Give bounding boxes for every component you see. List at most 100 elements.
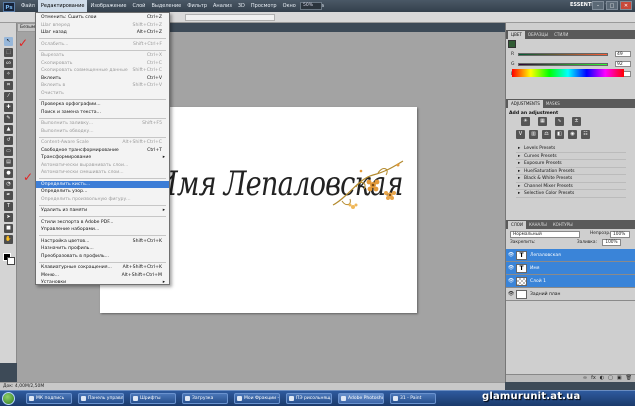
taskbar-button[interactable]: Загрузка [182, 393, 228, 404]
color-foreground-preview[interactable] [508, 40, 516, 48]
menu-item-1[interactable]: Редактирование [37, 0, 88, 12]
menu-item-8[interactable]: Просмотр [248, 0, 280, 12]
eye-icon[interactable]: 👁 [506, 252, 516, 258]
eye-icon[interactable]: 👁 [506, 265, 516, 271]
edit-menu-item[interactable]: Преобразовать в профиль... [36, 253, 169, 261]
levels-icon[interactable]: ▦ [538, 117, 547, 126]
history-brush-tool-icon[interactable]: ↺ [4, 136, 13, 145]
layer-row[interactable]: 👁 T Лепаловская [506, 249, 635, 262]
menu-item-0[interactable]: Файл [18, 0, 38, 12]
pen-tool-icon[interactable]: ✒ [4, 191, 13, 200]
marquee-tool-icon[interactable]: ⬚ [4, 48, 13, 57]
curves-icon[interactable]: ∿ [555, 117, 564, 126]
options-field[interactable] [185, 14, 275, 21]
channel-mixer-icon[interactable]: ☷ [581, 130, 590, 139]
new-layer-icon[interactable]: ▣ [617, 375, 622, 382]
panel-tab-0[interactable]: ЦВЕТ [508, 31, 525, 39]
brightness-icon[interactable]: ☀ [521, 117, 530, 126]
color-slider[interactable] [518, 53, 608, 56]
layer-row[interactable]: 👁 Слой 1 [506, 275, 635, 288]
menu-item-2[interactable]: Изображение [87, 0, 129, 12]
color-value-field[interactable]: 92 [615, 61, 631, 67]
color-slider[interactable] [518, 63, 608, 66]
panel-tab-1[interactable]: КАНАЛЫ [526, 221, 550, 229]
type-tool-icon[interactable]: T [4, 202, 13, 211]
adjustment-preset-item[interactable]: Exposure Presets [516, 160, 626, 168]
link-layers-icon[interactable]: ∞ [583, 375, 587, 382]
adjustment-preset-item[interactable]: Selective Color Presets [516, 190, 626, 198]
healing-tool-icon[interactable]: ✚ [4, 103, 13, 112]
dodge-tool-icon[interactable]: ◔ [4, 180, 13, 189]
eye-icon[interactable]: 👁 [506, 291, 516, 297]
close-icon[interactable]: ✕ [620, 1, 632, 10]
edit-menu-item[interactable]: Шаг назад Alt+Ctrl+Z [36, 29, 169, 37]
photo-filter-icon[interactable]: ◉ [568, 130, 577, 139]
menu-item-9[interactable]: Окно [280, 0, 299, 12]
background-color-swatch[interactable] [7, 257, 15, 265]
color-value-field[interactable]: 49 [615, 51, 631, 57]
layer-row[interactable]: 👁 Задний план [506, 288, 635, 301]
menu-item-4[interactable]: Выделение [148, 0, 184, 12]
fill-field[interactable]: 100% [602, 239, 621, 246]
hue-saturation-icon[interactable]: ▥ [529, 130, 538, 139]
eraser-tool-icon[interactable]: ▭ [4, 147, 13, 156]
move-tool-icon[interactable]: ↖ [4, 37, 13, 46]
taskbar-button[interactable]: Панель управлен... [78, 393, 124, 404]
taskbar-button[interactable]: Мои Фракции - б... [234, 393, 280, 404]
edit-menu-item[interactable]: Определить узор... [36, 188, 169, 196]
eyedropper-tool-icon[interactable]: ⁄ [4, 92, 13, 101]
edit-menu-item[interactable]: Настройка цветов... Shift+Ctrl+K [36, 238, 169, 246]
panel-tab-2[interactable]: КОНТУРЫ [550, 221, 576, 229]
minimize-icon[interactable]: – [592, 1, 604, 10]
edit-menu-item[interactable]: Проверка орфографии... [36, 101, 169, 109]
taskbar-button[interactable]: ПЭ рисольнящ... [286, 393, 332, 404]
edit-menu-item[interactable]: Определить кисть... [36, 180, 169, 188]
blur-tool-icon[interactable]: ● [4, 169, 13, 178]
panel-tab-1[interactable]: MASKS [543, 100, 563, 108]
panel-tab-0[interactable]: СЛОИ [508, 221, 526, 229]
edit-menu-item[interactable]: Удалить из памяти ▸ [36, 207, 169, 215]
adjustment-preset-item[interactable]: Hue/Saturation Presets [516, 168, 626, 175]
windows-start-icon[interactable] [2, 392, 15, 405]
edit-menu-item[interactable]: Трансформирование ▸ [36, 154, 169, 162]
menu-item-5[interactable]: Фильтр [184, 0, 210, 12]
eye-icon[interactable]: 👁 [506, 278, 516, 284]
blend-mode-select[interactable]: Нормальный [510, 231, 580, 238]
brush-tool-icon[interactable]: ✎ [4, 114, 13, 123]
color-balance-icon[interactable]: ⚖ [542, 130, 551, 139]
adjustment-preset-item[interactable]: Channel Mixer Presets [516, 183, 626, 190]
taskbar-button[interactable]: Шрифты [130, 393, 176, 404]
layer-style-icon[interactable]: fx [591, 375, 596, 382]
stamp-tool-icon[interactable]: ▲ [4, 125, 13, 134]
gradient-tool-icon[interactable]: ▤ [4, 158, 13, 167]
layer-row[interactable]: 👁 T Имя [506, 262, 635, 275]
edit-menu-item[interactable]: Управление наборами... [36, 226, 169, 234]
edit-menu-item[interactable]: Назначить профиль... [36, 245, 169, 253]
lasso-tool-icon[interactable]: ᔕ [4, 59, 13, 68]
layer-mask-icon[interactable]: ◐ [600, 375, 604, 382]
edit-menu-item[interactable]: Вклеить Ctrl+V [36, 75, 169, 83]
edit-menu-item[interactable]: Поиск и замена текста... [36, 109, 169, 117]
magic-wand-tool-icon[interactable]: ✧ [4, 70, 13, 79]
vibrance-icon[interactable]: V [516, 130, 525, 139]
panel-tab-0[interactable]: ADJUSTMENTS [508, 100, 543, 108]
opacity-field[interactable]: 100% [610, 231, 630, 238]
adjustment-preset-item[interactable]: Black & White Presets [516, 175, 626, 183]
menu-item-3[interactable]: Слой [129, 0, 148, 12]
menu-item-7[interactable]: 3D [235, 0, 248, 12]
edit-menu-item[interactable]: Стили экспорта в Adobe PDF... [36, 219, 169, 227]
taskbar-button[interactable]: МК подпись [26, 393, 72, 404]
hand-tool-icon[interactable]: ✋ [4, 235, 13, 244]
shape-tool-icon[interactable]: ■ [4, 224, 13, 233]
trash-icon[interactable]: 🗑 [626, 375, 632, 382]
black-white-icon[interactable]: ◧ [555, 130, 564, 139]
panel-tab-2[interactable]: СТИЛИ [551, 31, 571, 39]
adjustment-preset-item[interactable]: Curves Presets [516, 153, 626, 160]
zoom-level-field[interactable]: 50% [300, 2, 322, 10]
taskbar-button[interactable]: 31 - Paint [390, 393, 436, 404]
edit-menu-item[interactable]: Свободное трансформирование Ctrl+T [36, 147, 169, 155]
crop-tool-icon[interactable]: ⌗ [4, 81, 13, 90]
color-spectrum-bar[interactable] [512, 69, 624, 77]
adjustment-preset-item[interactable]: Levels Presets [516, 145, 626, 153]
taskbar-button[interactable]: Adobe Photoshop... [338, 393, 384, 404]
